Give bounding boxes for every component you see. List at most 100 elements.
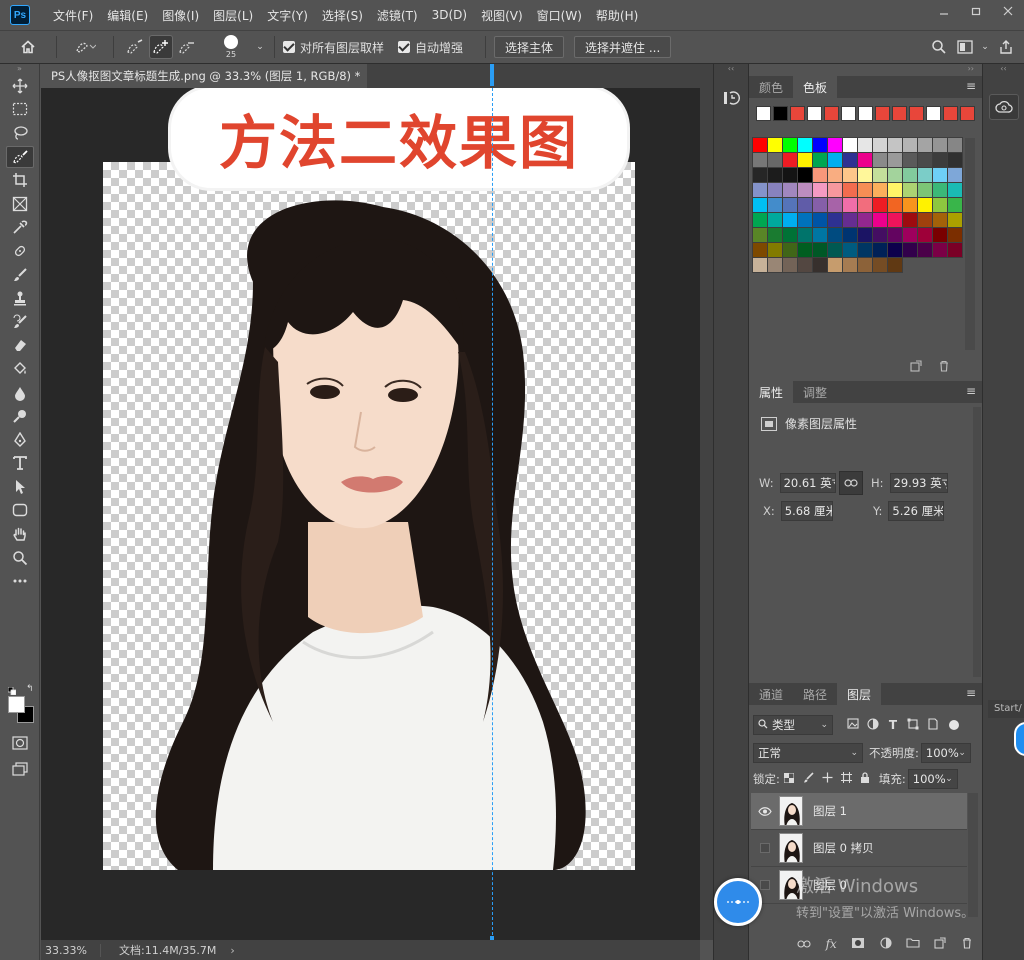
menu-filter[interactable]: 滤镜(T) [370,0,425,30]
swatch[interactable] [797,197,813,213]
swatch[interactable] [872,242,888,258]
swatch[interactable] [872,182,888,198]
type-filter-icon[interactable]: T [883,718,903,732]
swatch[interactable] [752,212,768,228]
shape-tool-icon[interactable] [0,499,40,523]
swatch[interactable] [932,242,948,258]
recent-swatch[interactable] [909,106,924,121]
expand-panels-icon[interactable]: ‹‹ [983,64,1024,76]
swatch[interactable] [752,152,768,168]
recent-swatch[interactable] [807,106,822,121]
crop-tool-icon[interactable] [0,168,40,192]
width-field[interactable]: 20.61 英寸 [779,473,836,493]
zoom-tool-icon[interactable] [0,546,40,570]
swatch[interactable] [902,167,918,183]
marquee-tool-icon[interactable] [0,98,40,122]
swatch[interactable] [812,197,828,213]
recent-swatch[interactable] [790,106,805,121]
swatch[interactable] [782,167,798,183]
swatch[interactable] [842,182,858,198]
frame-tool-icon[interactable] [0,192,40,216]
restore-icon[interactable] [960,0,992,22]
layer-row-layer-0[interactable]: 图层 0 [751,867,967,904]
swatch[interactable] [872,227,888,243]
tab-paths[interactable]: 路径 [793,683,837,705]
swatch[interactable] [947,182,963,198]
history-brush-tool-icon[interactable] [0,310,40,334]
new-adjustment-layer-icon[interactable] [880,936,892,952]
swatch[interactable] [947,137,963,153]
swatch[interactable] [797,167,813,183]
properties-scrollbar[interactable] [973,407,981,677]
swatch[interactable] [812,257,828,273]
swatch[interactable] [782,197,798,213]
swatch[interactable] [767,212,783,228]
recent-swatch[interactable] [926,106,941,121]
eraser-tool-icon[interactable] [0,334,40,358]
menu-view[interactable]: 视图(V) [474,0,530,30]
swap-colors-icon[interactable]: ↰ [26,684,34,694]
home-icon[interactable] [8,35,48,59]
x-field[interactable]: 5.68 厘米 [780,501,833,521]
vertical-guide-line[interactable] [492,88,493,940]
document-tab[interactable]: PS人像抠图文章标题生成.png @ 33.3% (图层 1, RGB/8) *… [41,64,367,88]
lasso-tool-icon[interactable] [0,121,40,145]
swatch[interactable] [827,257,843,273]
swatch[interactable] [857,257,873,273]
swatch[interactable] [767,167,783,183]
swatch[interactable] [932,137,948,153]
lock-all-icon[interactable] [856,772,875,786]
swatch[interactable] [857,182,873,198]
swatch[interactable] [917,152,933,168]
new-selection-mode-icon[interactable] [122,35,148,59]
expand-panels-icon[interactable]: ‹‹ [714,64,748,76]
swatch[interactable] [902,227,918,243]
recent-swatch[interactable] [960,106,975,121]
swatch[interactable] [902,152,918,168]
swatch[interactable] [782,257,798,273]
swatch[interactable] [887,137,903,153]
shape-filter-icon[interactable] [903,718,923,733]
edge-floating-widget[interactable] [1014,722,1024,756]
swatch[interactable] [857,152,873,168]
panel-menu-icon[interactable]: ≡ [966,384,976,398]
recent-swatch[interactable] [892,106,907,121]
swatch[interactable] [827,182,843,198]
opacity-field[interactable]: 100% ⌄ [920,743,971,763]
recent-swatch[interactable] [875,106,890,121]
swatch[interactable] [797,227,813,243]
swatch[interactable] [767,227,783,243]
clone-stamp-tool-icon[interactable] [0,286,40,310]
artboard-transparent-canvas[interactable] [103,162,635,870]
tab-swatches[interactable]: 色板 [793,76,838,98]
tab-properties[interactable]: 属性 [749,381,794,403]
creative-cloud-libraries-icon[interactable] [988,94,1019,120]
brush-size-picker[interactable]: 25 [208,35,254,59]
swatch[interactable] [827,167,843,183]
recent-swatch[interactable] [858,106,873,121]
paint-bucket-tool-icon[interactable] [0,357,40,381]
swatch[interactable] [842,137,858,153]
layer-style-fx-icon[interactable]: fx [826,937,837,951]
canvas-vertical-scrollbar[interactable] [700,88,713,940]
swatch[interactable] [917,197,933,213]
swatch[interactable] [872,152,888,168]
lock-transparent-pixels-icon[interactable] [780,772,799,786]
y-field[interactable]: 5.26 厘米 [888,501,945,521]
swatch[interactable] [752,197,768,213]
swatch[interactable] [767,152,783,168]
swatch[interactable] [797,152,813,168]
tool-preset-picker[interactable] [65,35,105,59]
swatch[interactable] [917,212,933,228]
select-subject-button[interactable]: 选择主体 [494,36,565,58]
pen-tool-icon[interactable] [0,428,40,452]
link-dimensions-icon[interactable] [839,471,863,495]
swatch[interactable] [842,152,858,168]
swatch[interactable] [767,257,783,273]
search-icon[interactable] [926,35,952,59]
swatch[interactable] [857,242,873,258]
recent-swatch[interactable] [773,106,788,121]
chevron-down-icon[interactable]: ⌄ [978,35,992,59]
link-layers-icon[interactable] [797,937,811,951]
swatch[interactable] [887,257,903,273]
